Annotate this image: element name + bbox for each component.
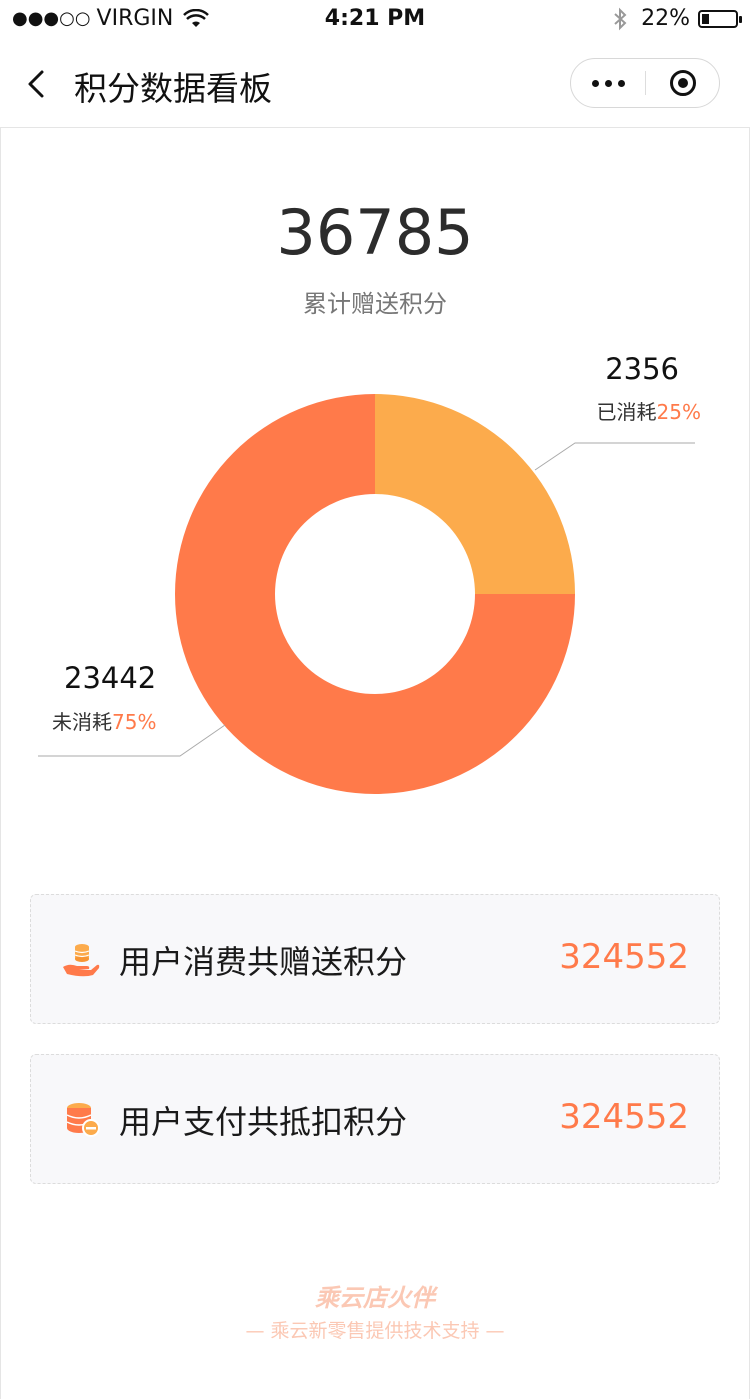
- pay-deduct-points-card[interactable]: 用户支付共抵扣积分 324552: [30, 1054, 720, 1184]
- bluetooth-icon: [614, 7, 627, 30]
- unconsumed-label-percent: 75%: [112, 710, 156, 734]
- status-bar: ●●●○○ VIRGIN 4:21 PM 22%: [0, 0, 750, 40]
- points-donut-chart: 2356 已消耗25% 23442 未消耗75%: [38, 352, 701, 794]
- chart-slice-consumed: [375, 394, 575, 594]
- card-label: 用户消费共赠送积分: [119, 943, 408, 981]
- consume-gift-points-card[interactable]: 用户消费共赠送积分 324552: [30, 894, 720, 1024]
- battery-level: [702, 13, 709, 24]
- total-points-value: 36785: [276, 196, 474, 269]
- more-dots-icon[interactable]: [571, 59, 645, 107]
- chevron-left-icon[interactable]: [22, 68, 54, 100]
- consumed-label-name: 已消耗: [597, 400, 657, 424]
- battery-icon: [698, 9, 742, 28]
- card-value: 324552: [559, 937, 689, 977]
- menu-capsule: [570, 58, 720, 108]
- coin-hand-icon: [63, 944, 100, 977]
- page-title: 积分数据看板: [74, 69, 272, 108]
- target-close-icon: [670, 70, 696, 96]
- coin-stack-minus-icon: [66, 1103, 100, 1137]
- consumed-label-percent: 25%: [657, 400, 701, 424]
- nav-bar: 积分数据看板: [0, 40, 750, 128]
- card-label: 用户支付共抵扣积分: [119, 1103, 408, 1141]
- leader-line-consumed: [534, 442, 695, 471]
- footer-support: — 乘云新零售提供技术支持 —: [245, 1320, 505, 1342]
- card-value: 324552: [559, 1097, 689, 1137]
- consumed-text-label: 已消耗25%: [597, 400, 701, 424]
- status-right: 22%: [613, 6, 742, 31]
- footer-brand: 乘云店火伴: [315, 1284, 435, 1312]
- unconsumed-value-label: 23442: [64, 661, 156, 695]
- consumed-value-label: 2356: [605, 352, 679, 386]
- total-points-label: 累计赠送积分: [303, 290, 447, 318]
- unconsumed-label-name: 未消耗: [52, 710, 112, 734]
- unconsumed-text-label: 未消耗75%: [52, 710, 156, 734]
- close-miniprogram-button[interactable]: [646, 59, 720, 107]
- battery-percent: 22%: [641, 6, 690, 31]
